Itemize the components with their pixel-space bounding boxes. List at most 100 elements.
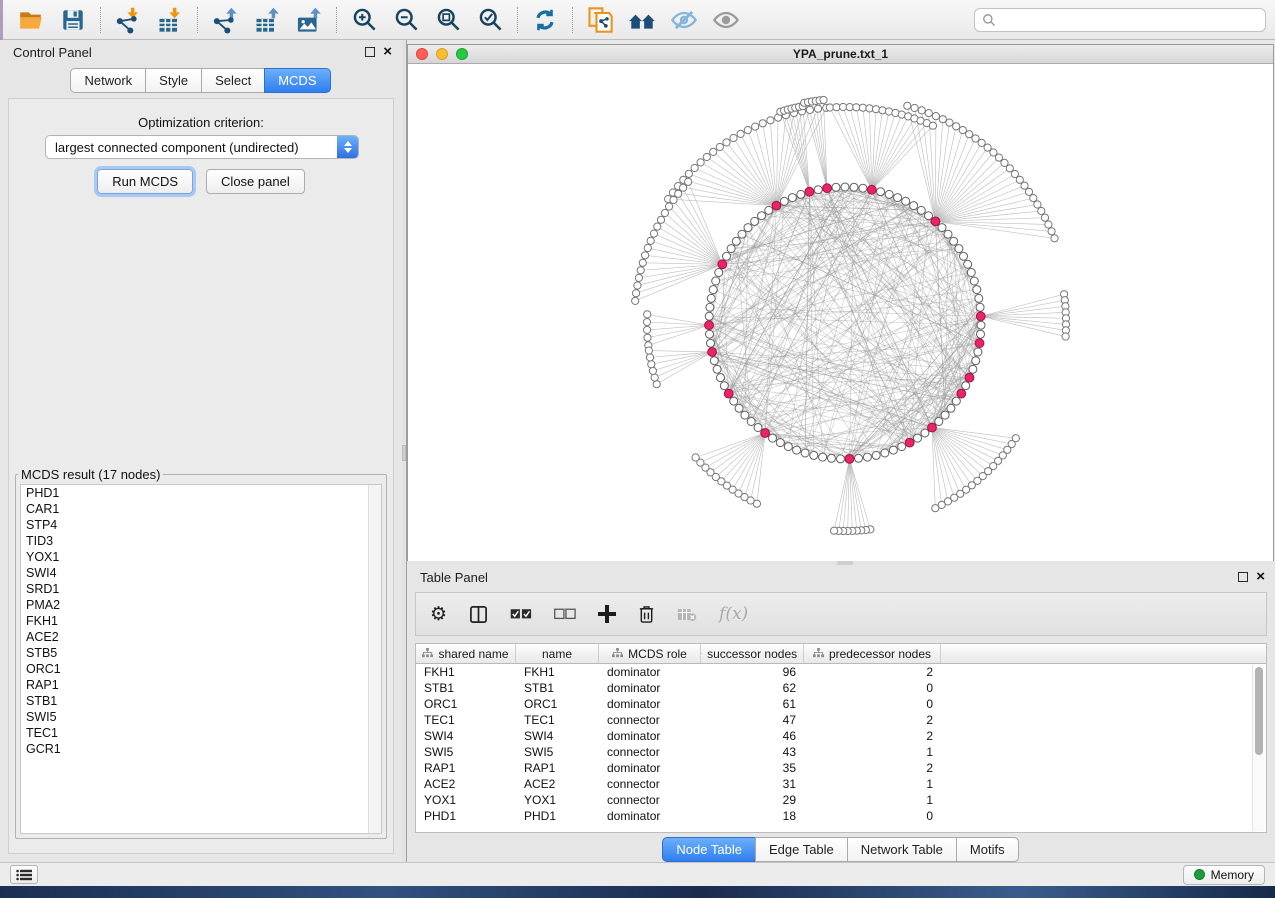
select-all-columns-icon[interactable]: [510, 608, 532, 620]
export-image-icon[interactable]: [288, 4, 330, 36]
cell-shared-name[interactable]: SWI4: [416, 728, 516, 744]
table-options-gear-icon[interactable]: ⚙: [430, 605, 447, 624]
mcds-list-scrollbar[interactable]: [368, 485, 381, 833]
search-input[interactable]: [974, 8, 1266, 32]
criterion-dropdown[interactable]: largest connected component (undirected): [45, 135, 359, 159]
mcds-node-item[interactable]: STP4: [21, 517, 381, 533]
duplicate-network-icon[interactable]: [579, 4, 621, 36]
cell-successor-nodes[interactable]: 31: [701, 776, 804, 792]
task-history-list-icon[interactable]: [10, 865, 38, 884]
cell-successor-nodes[interactable]: 43: [701, 744, 804, 760]
cell-name[interactable]: STB1: [516, 680, 599, 696]
cell-predecessor-nodes[interactable]: 2: [804, 664, 941, 680]
column-header-predecessor-nodes[interactable]: predecessor nodes: [804, 644, 941, 663]
cell-shared-name[interactable]: STB1: [416, 680, 516, 696]
cell-mcds-role[interactable]: dominator: [599, 696, 701, 712]
control-tab-style[interactable]: Style: [145, 68, 202, 93]
cell-mcds-role[interactable]: dominator: [599, 760, 701, 776]
scrollbar-thumb[interactable]: [1255, 667, 1263, 755]
cell-shared-name[interactable]: TEC1: [416, 712, 516, 728]
table-row[interactable]: ACE2ACE2connector311: [416, 776, 1266, 792]
cell-successor-nodes[interactable]: 46: [701, 728, 804, 744]
cell-name[interactable]: FKH1: [516, 664, 599, 680]
cell-name[interactable]: SWI5: [516, 744, 599, 760]
cell-name[interactable]: ACE2: [516, 776, 599, 792]
cell-name[interactable]: ORC1: [516, 696, 599, 712]
cell-successor-nodes[interactable]: 29: [701, 792, 804, 808]
table-tab-motifs[interactable]: Motifs: [956, 837, 1019, 862]
cell-shared-name[interactable]: YOX1: [416, 792, 516, 808]
cell-mcds-role[interactable]: dominator: [599, 664, 701, 680]
cell-name[interactable]: RAP1: [516, 760, 599, 776]
create-column-plus-icon[interactable]: [598, 605, 616, 623]
run-mcds-button[interactable]: Run MCDS: [97, 169, 193, 194]
float-panel-icon[interactable]: [365, 47, 375, 57]
close-window-icon[interactable]: [416, 48, 428, 60]
cell-successor-nodes[interactable]: 96: [701, 664, 804, 680]
cell-predecessor-nodes[interactable]: 0: [804, 680, 941, 696]
control-tab-network[interactable]: Network: [70, 68, 146, 93]
mcds-node-item[interactable]: PHD1: [21, 485, 381, 501]
hide-selected-icon[interactable]: [663, 4, 705, 36]
unselect-all-columns-icon[interactable]: [554, 608, 576, 620]
mcds-node-item[interactable]: FKH1: [21, 613, 381, 629]
cell-successor-nodes[interactable]: 47: [701, 712, 804, 728]
cell-mcds-role[interactable]: connector: [599, 712, 701, 728]
close-panel-icon[interactable]: ×: [1256, 572, 1265, 582]
table-row[interactable]: SWI5SWI5connector431: [416, 744, 1266, 760]
cell-predecessor-nodes[interactable]: 1: [804, 776, 941, 792]
minimize-window-icon[interactable]: [436, 48, 448, 60]
table-tab-node-table[interactable]: Node Table: [662, 837, 756, 862]
save-session-icon[interactable]: [52, 4, 94, 36]
cell-shared-name[interactable]: FKH1: [416, 664, 516, 680]
cell-name[interactable]: PHD1: [516, 808, 599, 824]
table-row[interactable]: YOX1YOX1connector291: [416, 792, 1266, 808]
mcds-node-item[interactable]: STB1: [21, 693, 381, 709]
table-row[interactable]: ORC1ORC1dominator610: [416, 696, 1266, 712]
import-table-icon[interactable]: [149, 4, 191, 36]
mcds-node-item[interactable]: RAP1: [21, 677, 381, 693]
mcds-node-item[interactable]: CAR1: [21, 501, 381, 517]
mcds-node-item[interactable]: YOX1: [21, 549, 381, 565]
show-columns-icon[interactable]: [469, 605, 488, 624]
show-all-icon[interactable]: [705, 4, 747, 36]
import-network-icon[interactable]: [107, 4, 149, 36]
cell-shared-name[interactable]: ACE2: [416, 776, 516, 792]
export-table-icon[interactable]: [246, 4, 288, 36]
cell-predecessor-nodes[interactable]: 1: [804, 792, 941, 808]
table-row[interactable]: TEC1TEC1connector472: [416, 712, 1266, 728]
column-header-name[interactable]: name: [516, 644, 599, 663]
first-neighbors-icon[interactable]: [621, 4, 663, 36]
column-header-successor-nodes[interactable]: successor nodes: [701, 644, 804, 663]
cell-name[interactable]: SWI4: [516, 728, 599, 744]
network-titlebar[interactable]: YPA_prune.txt_1: [408, 45, 1273, 64]
cell-predecessor-nodes[interactable]: 1: [804, 744, 941, 760]
cell-successor-nodes[interactable]: 35: [701, 760, 804, 776]
mcds-node-item[interactable]: ACE2: [21, 629, 381, 645]
cell-predecessor-nodes[interactable]: 2: [804, 712, 941, 728]
zoom-selected-icon[interactable]: [469, 4, 511, 36]
open-file-icon[interactable]: [10, 4, 52, 36]
table-row[interactable]: RAP1RAP1dominator352: [416, 760, 1266, 776]
cell-shared-name[interactable]: PHD1: [416, 808, 516, 824]
mcds-node-item[interactable]: SRD1: [21, 581, 381, 597]
export-network-icon[interactable]: [204, 4, 246, 36]
zoom-out-icon[interactable]: [385, 4, 427, 36]
close-panel-icon[interactable]: ×: [383, 47, 392, 57]
float-panel-icon[interactable]: [1238, 572, 1248, 582]
refresh-icon[interactable]: [524, 4, 566, 36]
cell-mcds-role[interactable]: dominator: [599, 680, 701, 696]
column-header-MCDS-role[interactable]: MCDS role: [599, 644, 701, 663]
cell-mcds-role[interactable]: connector: [599, 792, 701, 808]
mcds-node-item[interactable]: TID3: [21, 533, 381, 549]
table-row[interactable]: SWI4SWI4dominator462: [416, 728, 1266, 744]
cell-name[interactable]: YOX1: [516, 792, 599, 808]
cell-mcds-role[interactable]: dominator: [599, 728, 701, 744]
control-tab-mcds[interactable]: MCDS: [264, 68, 330, 93]
close-panel-button[interactable]: Close panel: [206, 169, 305, 194]
mcds-node-item[interactable]: SWI5: [21, 709, 381, 725]
column-header-shared-name[interactable]: shared name: [416, 644, 516, 663]
cell-predecessor-nodes[interactable]: 2: [804, 728, 941, 744]
splitter-handle[interactable]: [402, 445, 406, 461]
mcds-node-item[interactable]: SWI4: [21, 565, 381, 581]
